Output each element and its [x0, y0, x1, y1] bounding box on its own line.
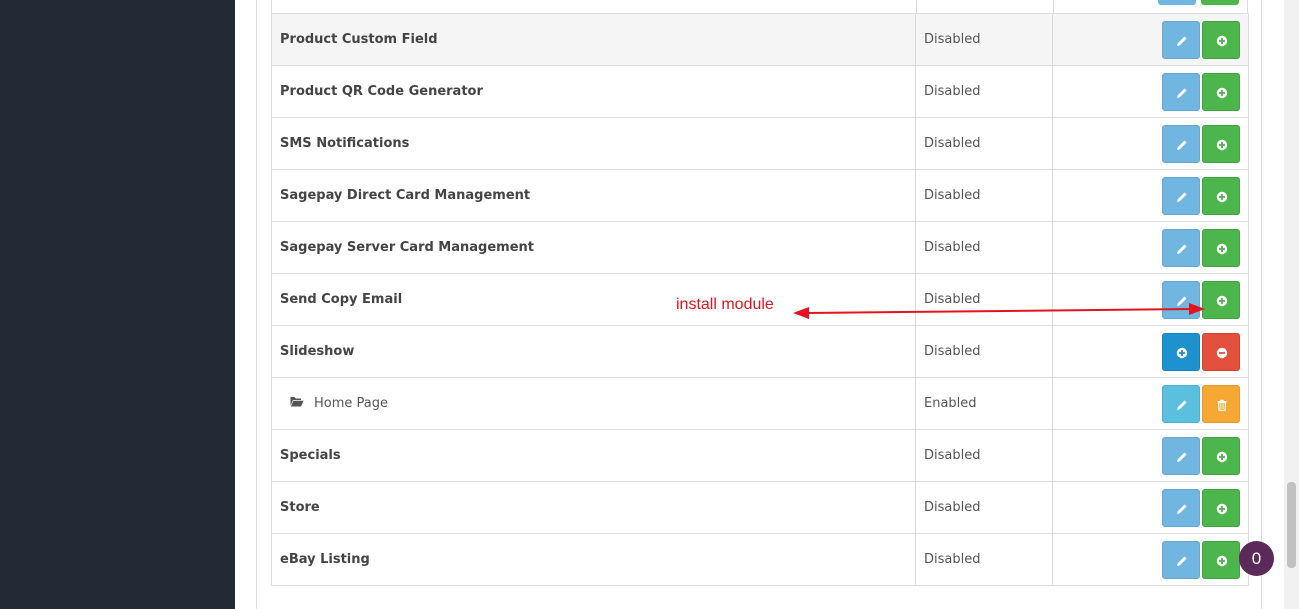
- install-button[interactable]: [1202, 280, 1240, 319]
- module-name: SMS Notifications: [271, 117, 916, 170]
- module-status: Disabled: [915, 325, 1053, 378]
- pencil-icon: [1177, 504, 1187, 514]
- plus-circle-icon: [1176, 347, 1188, 358]
- module-status: Disabled: [915, 273, 1053, 326]
- plus-circle-icon: [1216, 87, 1228, 98]
- module-name: Product QR Code Generator: [271, 65, 916, 118]
- module-status: Disabled: [915, 481, 1053, 534]
- pencil-icon: [1177, 452, 1187, 462]
- table-row: Product Custom Field Disabled: [271, 13, 1249, 66]
- module-status: Disabled: [915, 13, 1053, 66]
- edit-instance-button[interactable]: [1162, 384, 1200, 423]
- table-row: Specials Disabled: [271, 429, 1249, 482]
- module-status: Enabled: [915, 377, 1053, 430]
- plus-circle-icon: [1216, 243, 1228, 254]
- module-name: Slideshow: [271, 325, 916, 378]
- trash-icon: [1217, 399, 1227, 411]
- module-status: Disabled: [915, 429, 1053, 482]
- module-actions: [1052, 273, 1249, 326]
- module-actions: [1052, 429, 1249, 482]
- module-actions: [1052, 221, 1249, 274]
- install-button[interactable]: [1202, 436, 1240, 475]
- edit-button[interactable]: [1162, 20, 1200, 59]
- sidebar: [0, 0, 235, 609]
- edit-button[interactable]: [1162, 72, 1200, 111]
- module-actions: [1052, 13, 1249, 66]
- table-row: Sagepay Direct Card Management Disabled: [271, 169, 1249, 222]
- module-actions: [1052, 65, 1249, 118]
- module-name: Sagepay Server Card Management: [271, 221, 916, 274]
- module-status: Disabled: [915, 169, 1053, 222]
- edit-button-partial[interactable]: [1158, 0, 1196, 5]
- module-actions: [1052, 169, 1249, 222]
- pencil-icon: [1177, 36, 1187, 46]
- edit-button[interactable]: [1162, 124, 1200, 163]
- install-button[interactable]: [1202, 124, 1240, 163]
- table-row: Home Page Enabled: [271, 377, 1249, 430]
- module-status: Disabled: [915, 117, 1053, 170]
- module-actions: [1052, 533, 1249, 586]
- module-actions: [1052, 377, 1249, 430]
- add-module-button[interactable]: [1162, 332, 1200, 371]
- edit-button[interactable]: [1162, 228, 1200, 267]
- pencil-icon: [1177, 244, 1187, 254]
- uninstall-button[interactable]: [1202, 332, 1240, 371]
- install-button[interactable]: [1202, 488, 1240, 527]
- module-actions: [1052, 481, 1249, 534]
- table-row: Sagepay Server Card Management Disabled: [271, 221, 1249, 274]
- pencil-icon: [1177, 140, 1187, 150]
- edit-button[interactable]: [1162, 436, 1200, 475]
- module-name: Store: [271, 481, 916, 534]
- module-name: Specials: [271, 429, 916, 482]
- plus-circle-icon: [1216, 191, 1228, 202]
- pencil-icon: [1177, 192, 1187, 202]
- module-name: eBay Listing: [271, 533, 916, 586]
- page-scrollbar[interactable]: [1284, 0, 1299, 609]
- install-button-partial[interactable]: [1201, 0, 1239, 5]
- table-row: Product QR Code Generator Disabled: [271, 65, 1249, 118]
- install-button[interactable]: [1202, 540, 1240, 579]
- edit-button[interactable]: [1162, 280, 1200, 319]
- module-status: Disabled: [915, 65, 1053, 118]
- edit-button[interactable]: [1162, 540, 1200, 579]
- plus-circle-icon: [1216, 555, 1228, 566]
- minus-circle-icon: [1216, 347, 1228, 358]
- pencil-icon: [1177, 556, 1187, 566]
- pencil-icon: [1177, 88, 1187, 98]
- table-row: Slideshow Disabled: [271, 325, 1249, 378]
- plus-circle-icon: [1216, 35, 1228, 46]
- instance-label: Home Page: [314, 396, 388, 411]
- annotation-label: install module: [676, 296, 774, 313]
- module-name: Send Copy Email: [271, 273, 916, 326]
- table-row: SMS Notifications Disabled: [271, 117, 1249, 170]
- pencil-icon: [1177, 296, 1187, 306]
- table-row: eBay Listing Disabled: [271, 533, 1249, 586]
- plus-circle-icon: [1216, 295, 1228, 306]
- module-actions: [1052, 325, 1249, 378]
- module-actions: [1052, 117, 1249, 170]
- chat-badge[interactable]: 0: [1239, 541, 1274, 576]
- install-button[interactable]: [1202, 20, 1240, 59]
- module-name: Product Custom Field: [271, 13, 916, 66]
- module-name: Sagepay Direct Card Management: [271, 169, 916, 222]
- module-status: Disabled: [915, 533, 1053, 586]
- panel-border-left: [256, 0, 257, 609]
- plus-circle-icon: [1216, 503, 1228, 514]
- install-button[interactable]: [1202, 176, 1240, 215]
- edit-button[interactable]: [1162, 488, 1200, 527]
- scrollbar-thumb[interactable]: [1287, 482, 1296, 568]
- delete-instance-button[interactable]: [1202, 384, 1240, 423]
- folder-open-icon: [290, 396, 304, 411]
- install-button[interactable]: [1202, 72, 1240, 111]
- edit-button[interactable]: [1162, 176, 1200, 215]
- panel-border-right: [1261, 0, 1262, 609]
- install-button[interactable]: [1202, 228, 1240, 267]
- module-status: Disabled: [915, 221, 1053, 274]
- pencil-icon: [1177, 400, 1187, 410]
- previous-row-partial: [271, 0, 1248, 13]
- table-row: Store Disabled: [271, 481, 1249, 534]
- module-instance-name: Home Page: [271, 377, 916, 430]
- plus-circle-icon: [1216, 451, 1228, 462]
- plus-circle-icon: [1216, 139, 1228, 150]
